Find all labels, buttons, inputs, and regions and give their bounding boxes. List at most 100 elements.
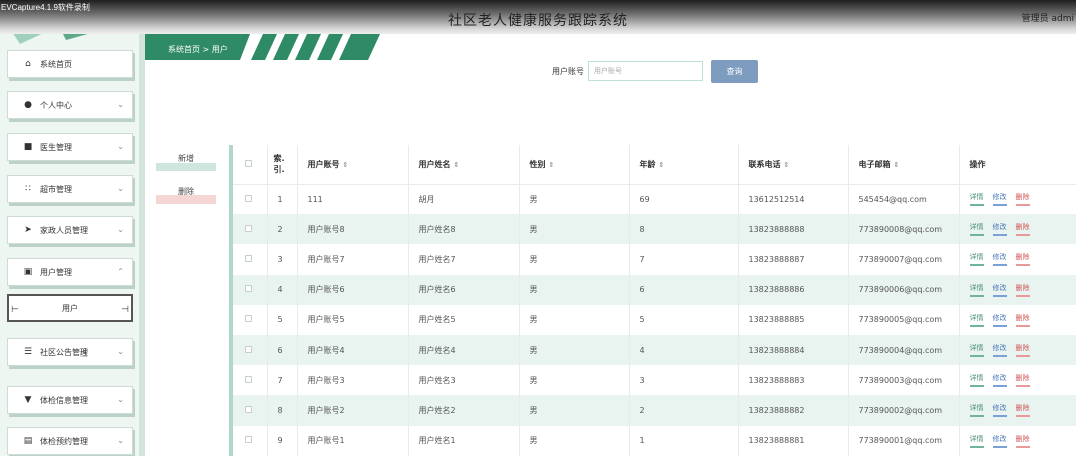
admin-user-label[interactable]: 管理员 admi [1022, 11, 1074, 24]
sidebar-item-checkup-info[interactable]: ▼ 体检信息管理 ⌄ [7, 386, 133, 414]
cell-name: 用户姓名6 [408, 274, 520, 305]
sidebar-item-personal-center[interactable]: ● 个人中心 ⌄ [7, 91, 133, 119]
table-row[interactable]: 1 111 胡月 男 69 13612512514 545454@qq.com … [233, 184, 1076, 215]
column-header-phone[interactable]: 联系电话 ⇕ [738, 145, 849, 185]
cell-name: 用户姓名4 [408, 334, 520, 366]
checkbox[interactable] [245, 436, 252, 444]
detail-link[interactable]: 详情 [969, 343, 984, 358]
checkbox[interactable] [245, 159, 252, 167]
detail-link[interactable]: 详情 [969, 434, 984, 448]
checkbox[interactable] [245, 224, 252, 232]
clipboard-icon: ▤ [23, 436, 33, 446]
table-row[interactable]: 2 用户账号8 用户姓名8 男 8 13823888888 773890008@… [233, 214, 1076, 245]
cell-email: 773890001@qq.com [848, 425, 960, 456]
delete-link[interactable]: 删除 [1015, 343, 1030, 358]
column-header-gender[interactable]: 性别 ⇕ [519, 145, 630, 185]
cell-age: 8 [629, 214, 739, 245]
table-row[interactable]: 9 用户账号1 用户姓名1 男 1 13823888881 773890001@… [233, 425, 1076, 456]
delete-link[interactable]: 删除 [1015, 434, 1030, 448]
detail-link[interactable]: 详情 [969, 222, 984, 237]
sort-icon[interactable]: ⇕ [454, 161, 460, 169]
detail-link[interactable]: 详情 [969, 192, 984, 207]
checkbox[interactable] [245, 194, 252, 202]
add-button[interactable]: 新增 [156, 153, 216, 171]
sidebar-item-home[interactable]: ⌂ 系统首页 [7, 50, 133, 78]
row-checkbox-cell[interactable] [233, 184, 268, 215]
detail-link[interactable]: 详情 [969, 403, 984, 418]
edit-link[interactable]: 修改 [992, 343, 1007, 358]
select-all-checkbox[interactable] [233, 145, 268, 185]
checkbox[interactable] [245, 254, 252, 262]
sort-icon[interactable]: ⇕ [894, 161, 900, 169]
detail-link[interactable]: 详情 [969, 283, 984, 297]
row-checkbox-cell[interactable] [233, 425, 268, 456]
row-checkbox-cell[interactable] [233, 334, 268, 366]
row-checkbox-cell[interactable] [233, 214, 268, 245]
checkbox[interactable] [245, 375, 252, 383]
delete-button[interactable]: 删除 [156, 186, 216, 204]
row-checkbox-cell[interactable] [233, 274, 268, 305]
edit-link[interactable]: 修改 [992, 192, 1007, 207]
sort-icon[interactable]: ⇕ [659, 161, 665, 169]
edit-link[interactable]: 修改 [992, 252, 1007, 267]
sidebar-item-doctor[interactable]: ■ 医生管理 ⌄ [7, 133, 133, 161]
search-button[interactable]: 查询 [711, 60, 758, 83]
search-input[interactable] [588, 61, 703, 81]
table-row[interactable]: 6 用户账号4 用户姓名4 男 4 13823888884 773890004@… [233, 334, 1076, 366]
table-row[interactable]: 7 用户账号3 用户姓名3 男 3 13823888883 773890003@… [233, 365, 1076, 396]
row-checkbox-cell[interactable] [233, 244, 268, 275]
sidebar-subitem-user[interactable]: ⊢ 用户 ⊣ [7, 294, 133, 322]
cell-age: 7 [629, 244, 739, 275]
edit-link[interactable]: 修改 [992, 434, 1007, 448]
sidebar-item-announcement[interactable]: ☰ 社区公告管理 ⌄ [7, 338, 133, 366]
detail-link[interactable]: 详情 [969, 373, 984, 388]
detail-link[interactable]: 详情 [969, 252, 984, 267]
row-checkbox-cell[interactable] [233, 304, 268, 335]
delete-link[interactable]: 删除 [1015, 373, 1030, 388]
column-header-age[interactable]: 年龄 ⇕ [629, 145, 739, 185]
column-header-email[interactable]: 电子邮箱 ⇕ [848, 145, 960, 185]
table-row[interactable]: 5 用户账号5 用户姓名5 男 5 13823888885 773890005@… [233, 304, 1076, 335]
sidebar-item-user-management[interactable]: ▣ 用户管理 ⌃ [7, 258, 133, 286]
checkbox[interactable] [245, 345, 252, 353]
table-row[interactable]: 4 用户账号6 用户姓名6 男 6 13823888886 773890006@… [233, 274, 1076, 305]
cell-age: 69 [629, 184, 739, 215]
delete-link[interactable]: 删除 [1015, 283, 1030, 297]
column-header-name[interactable]: 用户姓名 ⇕ [408, 145, 520, 185]
edit-link[interactable]: 修改 [992, 373, 1007, 388]
sort-icon[interactable]: ⇕ [343, 161, 349, 169]
checkbox[interactable] [245, 285, 252, 293]
sort-icon[interactable]: ⇕ [549, 161, 555, 169]
grid-icon: ∷ [25, 184, 31, 194]
sort-icon[interactable]: ⇕ [784, 161, 790, 169]
cell-phone: 13823888884 [738, 334, 849, 366]
sidebar-item-checkup-booking[interactable]: ▤ 体检预约管理 ⌄ [7, 427, 133, 455]
edit-link[interactable]: 修改 [992, 403, 1007, 418]
breadcrumb-home[interactable]: 系统首页 [168, 45, 200, 54]
delete-link[interactable]: 删除 [1015, 252, 1030, 267]
checkbox[interactable] [245, 315, 252, 323]
sidebar-item-housekeeping[interactable]: ➤ 家政人员管理 ⌄ [7, 216, 133, 244]
delete-link[interactable]: 删除 [1015, 313, 1030, 327]
table-row[interactable]: 8 用户账号2 用户姓名2 男 2 13823888882 773890002@… [233, 395, 1076, 426]
delete-link[interactable]: 删除 [1015, 192, 1030, 207]
delete-link[interactable]: 删除 [1015, 222, 1030, 237]
cell-email: 773890002@qq.com [848, 395, 960, 426]
cell-account: 用户账号1 [297, 425, 409, 456]
edit-link[interactable]: 修改 [992, 313, 1007, 327]
row-checkbox-cell[interactable] [233, 395, 268, 426]
table-row[interactable]: 3 用户账号7 用户姓名7 男 7 13823888887 773890007@… [233, 244, 1076, 275]
row-checkbox-cell[interactable] [233, 365, 268, 396]
checkbox[interactable] [245, 405, 252, 413]
edit-link[interactable]: 修改 [992, 283, 1007, 297]
user-table: 索. 引. 用户账号 ⇕ 用户姓名 ⇕ 性别 ⇕ 年龄 ⇕ 联系电话 ⇕ 电子邮箱 ⇕ 操作… [233, 145, 1076, 456]
delete-link[interactable]: 删除 [1015, 403, 1030, 418]
sidebar-item-supermarket[interactable]: ∷ 超市管理 ⌄ [7, 175, 133, 203]
edit-link[interactable]: 修改 [992, 222, 1007, 237]
detail-link[interactable]: 详情 [969, 313, 984, 327]
sidebar-item-label: 医生管理 [40, 142, 72, 152]
cell-phone: 13823888885 [738, 304, 849, 335]
column-header-account[interactable]: 用户账号 ⇕ [297, 145, 409, 185]
sidebar-scroll-rail[interactable] [139, 0, 145, 456]
chevron-down-icon: ⌄ [117, 395, 124, 404]
